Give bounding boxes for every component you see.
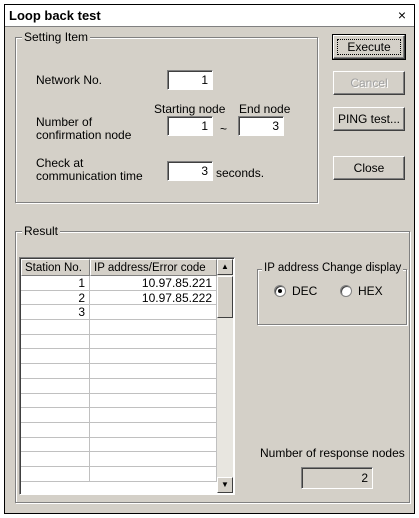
loop-back-test-dialog: Loop back test × Setting Item Network No…: [4, 4, 415, 514]
table-row[interactable]: [21, 437, 217, 453]
table-row[interactable]: [21, 466, 217, 482]
check-time-label-line1: Check at: [36, 156, 84, 170]
setting-item-group: Setting Item Network No. 1 Starting node…: [15, 30, 318, 203]
check-time-label-line2: communication time: [36, 169, 143, 183]
station-no-cell: 2: [21, 290, 90, 306]
table-row[interactable]: [21, 334, 217, 350]
cancel-button[interactable]: Cancel: [333, 71, 405, 95]
result-table-body: 1 10.97.85.221 2 10.97.85.222 3: [21, 276, 217, 482]
station-no-cell: 1: [21, 276, 90, 291]
column-header-ip-address[interactable]: IP address/Error code: [90, 259, 217, 276]
ip-display-group: IP address Change display DEC HEX: [257, 262, 407, 325]
scroll-up-icon[interactable]: ▲: [217, 259, 233, 275]
scroll-down-icon[interactable]: ▼: [217, 477, 233, 493]
dialog-title: Loop back test: [9, 8, 101, 23]
station-no-cell: [21, 408, 90, 423]
ip-address-cell: [90, 452, 217, 467]
seconds-label: seconds.: [216, 166, 265, 180]
station-no-cell: [21, 466, 90, 482]
station-no-cell: 3: [21, 305, 90, 321]
ip-address-cell: 10.97.85.222: [90, 290, 217, 306]
dec-radio-option[interactable]: DEC: [274, 284, 317, 298]
ip-address-cell: [90, 349, 217, 365]
result-legend: Result: [22, 224, 61, 238]
result-scrollbar[interactable]: ▲ ▼: [217, 259, 233, 493]
station-no-cell: [21, 378, 90, 394]
dec-radio[interactable]: [274, 285, 286, 297]
setting-item-legend: Setting Item: [22, 30, 91, 44]
ip-address-cell: [90, 320, 217, 335]
end-node-input[interactable]: 3: [238, 116, 284, 136]
station-no-cell: [21, 422, 90, 438]
table-row[interactable]: 1 10.97.85.221: [21, 276, 217, 291]
network-no-label: Network No.: [36, 73, 103, 87]
hex-label: HEX: [358, 284, 383, 298]
execute-button[interactable]: Execute: [332, 34, 406, 60]
ip-address-cell: [90, 334, 217, 350]
ip-address-cell: [90, 378, 217, 394]
table-row[interactable]: [21, 349, 217, 365]
table-row[interactable]: [21, 422, 217, 438]
table-row[interactable]: [21, 378, 217, 394]
close-button[interactable]: Close: [333, 156, 405, 180]
ip-address-cell: [90, 393, 217, 409]
table-row[interactable]: [21, 408, 217, 423]
confirmation-node-label-line2: confirmation node: [36, 128, 132, 142]
network-no-input[interactable]: 1: [167, 70, 213, 90]
starting-node-input[interactable]: 1: [167, 116, 213, 136]
station-no-cell: [21, 320, 90, 335]
ip-address-cell: [90, 422, 217, 438]
confirmation-node-label-line1: Number of: [36, 115, 93, 129]
ip-address-cell: [90, 437, 217, 453]
end-node-label: End node: [239, 102, 291, 116]
station-no-cell: [21, 452, 90, 467]
check-time-input[interactable]: 3: [167, 161, 213, 181]
table-row[interactable]: [21, 393, 217, 409]
table-row[interactable]: [21, 452, 217, 467]
result-table-header: Station No. IP address/Error code: [21, 259, 217, 276]
hex-radio[interactable]: [340, 285, 352, 297]
close-icon[interactable]: ×: [394, 8, 410, 23]
scroll-thumb[interactable]: [217, 276, 233, 318]
table-row[interactable]: 3: [21, 305, 217, 321]
station-no-cell: [21, 364, 90, 379]
table-row[interactable]: [21, 364, 217, 379]
starting-node-label: Starting node: [154, 102, 226, 116]
ip-address-cell: [90, 364, 217, 379]
range-separator: ~: [220, 122, 228, 136]
ip-display-legend: IP address Change display: [262, 262, 404, 274]
result-table[interactable]: Station No. IP address/Error code 1 10.97…: [19, 257, 235, 495]
station-no-cell: [21, 393, 90, 409]
table-row[interactable]: 2 10.97.85.222: [21, 290, 217, 306]
title-bar: Loop back test ×: [5, 5, 414, 27]
execute-focus-ring: [337, 39, 401, 55]
station-no-cell: [21, 334, 90, 350]
table-row[interactable]: [21, 320, 217, 335]
ip-address-cell: 10.97.85.221: [90, 276, 217, 291]
column-header-station-no[interactable]: Station No.: [21, 259, 90, 276]
station-no-cell: [21, 349, 90, 365]
ip-address-cell: [90, 466, 217, 482]
dec-label: DEC: [292, 284, 318, 298]
ip-address-cell: [90, 305, 217, 321]
station-no-cell: [21, 437, 90, 453]
response-nodes-label: Number of response nodes: [260, 446, 405, 460]
ping-test-button[interactable]: PING test...: [333, 107, 405, 131]
hex-radio-option[interactable]: HEX: [340, 284, 383, 298]
response-nodes-value: 2: [301, 467, 373, 489]
ip-address-cell: [90, 408, 217, 423]
